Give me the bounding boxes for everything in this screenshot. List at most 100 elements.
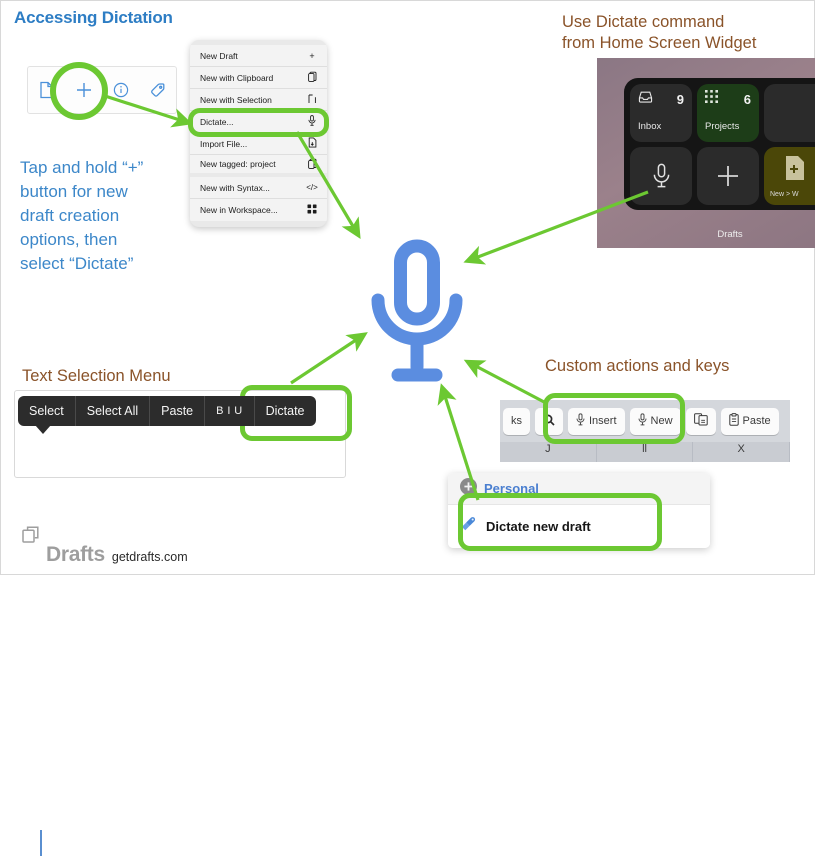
key-search[interactable] xyxy=(535,407,563,435)
widget-tile-blank[interactable] xyxy=(764,84,815,142)
search-icon xyxy=(543,414,555,429)
key-label: Paste xyxy=(742,415,771,427)
clipboard-icon xyxy=(306,71,318,84)
widget-row-2: New > W xyxy=(630,147,815,205)
microphone-icon xyxy=(460,516,477,538)
plus-icon[interactable] xyxy=(65,80,102,100)
selection-menu-caret xyxy=(35,425,51,434)
drafts-logo-icon xyxy=(22,526,39,548)
text-selection-heading: Text Selection Menu xyxy=(22,367,171,385)
widget-tile-projects[interactable]: 6 Projects xyxy=(697,84,759,142)
arrow-keys-to-mic xyxy=(463,359,547,405)
menu-item-label: New with Syntax... xyxy=(200,182,270,193)
action-group-header[interactable]: Personal xyxy=(448,473,710,505)
widget-heading: Use Dictate command from Home Screen Wid… xyxy=(562,13,757,52)
widget-tile-label: Inbox xyxy=(638,121,662,132)
widget-count: 9 xyxy=(676,92,684,107)
info-icon[interactable] xyxy=(102,82,139,98)
accessing-instruction: Tap and hold “+” button for new draft cr… xyxy=(20,158,144,273)
menu-item-dictate[interactable]: Dictate... xyxy=(190,111,327,133)
key-insert-dictation[interactable]: Insert xyxy=(568,407,625,435)
document-icon[interactable] xyxy=(28,81,65,99)
keyboard-accessory-bar: ks Insert New Paste J ll X xyxy=(500,400,790,462)
clipboard-icon xyxy=(728,413,739,429)
plus-icon xyxy=(697,147,759,205)
menu-item-label: Import File... xyxy=(200,138,248,149)
menu-item-new-in-workspace[interactable]: New in Workspace... xyxy=(190,199,327,221)
key-new-dictation[interactable]: New xyxy=(629,407,681,435)
action-item-dictate-new-draft[interactable]: Dictate new draft xyxy=(448,505,710,548)
microphone-icon xyxy=(306,115,318,128)
widget-count: 6 xyxy=(743,92,751,107)
key-label: New xyxy=(650,415,673,427)
menu-item-new-with-selection[interactable]: New with Selection xyxy=(190,89,327,111)
group-icon xyxy=(460,477,477,500)
widget-tile-grid: 9 Inbox 6 Projects New > W xyxy=(624,78,815,210)
footer-branding: Drafts getdrafts.com xyxy=(22,526,188,567)
widget-tile-dictate[interactable] xyxy=(630,147,692,205)
tag-icon[interactable] xyxy=(139,81,176,99)
widget-tile-inbox[interactable]: 9 Inbox xyxy=(630,84,692,142)
key-tasks[interactable]: ks xyxy=(503,407,530,435)
footer-website: getdrafts.com xyxy=(111,550,188,564)
selection-menu-item-select[interactable]: Select xyxy=(18,396,76,426)
selection-menu-item-paste[interactable]: Paste xyxy=(150,396,206,426)
text-selection-menu[interactable]: Select Select All Paste B I U Dictate xyxy=(18,396,316,426)
new-document-icon xyxy=(782,156,808,185)
action-item-label: Dictate new draft xyxy=(486,519,591,534)
microphone-hero-icon xyxy=(362,238,472,388)
custom-actions-heading: Custom actions and keys xyxy=(545,357,730,375)
widget-row-1: 9 Inbox 6 Projects xyxy=(630,84,815,142)
selection-menu-item-select-all[interactable]: Select All xyxy=(76,396,151,426)
menu-item-new-with-syntax[interactable]: New with Syntax... </> xyxy=(190,177,327,199)
footer-brand-name: Drafts xyxy=(46,543,105,566)
page-title: Accessing Dictation xyxy=(14,8,173,27)
keyboard-letter-row: J ll X xyxy=(500,442,790,462)
file-import-icon xyxy=(306,137,318,150)
menu-item-label: New with Selection xyxy=(200,94,272,105)
menu-item-label: New with Clipboard xyxy=(200,72,274,83)
widget-tile-new[interactable] xyxy=(697,147,759,205)
widget-tile-sublabel: New > W xyxy=(770,191,799,198)
keyboard-letter[interactable]: X xyxy=(693,442,790,462)
microphone-icon xyxy=(638,413,647,429)
copy-icon xyxy=(693,413,708,429)
selection-icon xyxy=(306,94,318,106)
action-group-label: Personal xyxy=(484,481,539,496)
menu-item-new-draft[interactable]: New Draft + xyxy=(190,45,327,67)
menu-item-label: New Draft xyxy=(200,50,238,61)
key-label: Insert xyxy=(589,415,617,427)
keyboard-letter[interactable]: ll xyxy=(597,442,694,462)
clipboard-icon xyxy=(306,158,318,171)
selection-menu-item-dictate[interactable]: Dictate xyxy=(255,396,316,426)
home-screen-widget-screenshot: 9 Inbox 6 Projects New > W Drafts xyxy=(597,58,815,248)
key-copy[interactable] xyxy=(685,407,716,435)
menu-item-import-file[interactable]: Import File... xyxy=(190,133,327,155)
keyboard-key-row: ks Insert New Paste xyxy=(500,400,790,442)
workspace-icon xyxy=(306,204,318,216)
code-icon: </> xyxy=(306,183,318,192)
widget-app-name: Drafts xyxy=(717,229,743,240)
new-draft-toolbar[interactable] xyxy=(27,66,177,114)
menu-item-label: New tagged: project xyxy=(200,159,276,169)
inbox-icon xyxy=(638,90,653,109)
menu-item-label: New in Workspace... xyxy=(200,205,278,215)
keyboard-letter[interactable]: J xyxy=(500,442,597,462)
key-label: ks xyxy=(511,415,522,427)
arrow-selection-to-mic xyxy=(290,332,368,385)
key-paste[interactable]: Paste xyxy=(720,407,779,435)
text-cursor xyxy=(40,830,42,856)
menu-item-new-tagged-project[interactable]: New tagged: project xyxy=(190,155,327,177)
key-collapse-keyboard[interactable] xyxy=(784,408,790,435)
menu-item-new-with-clipboard[interactable]: New with Clipboard xyxy=(190,67,327,89)
plus-icon: + xyxy=(309,50,315,61)
widget-tile-new-workspace[interactable]: New > W xyxy=(764,147,815,205)
microphone-icon xyxy=(576,413,585,429)
grid-icon xyxy=(705,90,719,109)
selection-menu-item-format[interactable]: B I U xyxy=(205,396,255,426)
microphone-icon xyxy=(630,147,692,205)
widget-tile-label: Projects xyxy=(705,121,740,132)
new-draft-context-menu[interactable]: New Draft + New with Clipboard New with … xyxy=(190,40,327,227)
action-list-popup[interactable]: Personal Dictate new draft xyxy=(448,473,710,548)
poster-canvas: Accessing Dictation Tap and hold “+” but… xyxy=(0,0,815,856)
